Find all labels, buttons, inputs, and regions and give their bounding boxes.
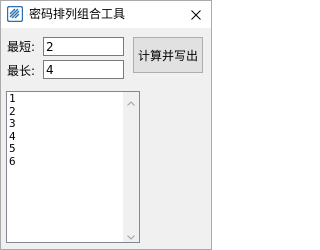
close-button[interactable] (181, 1, 211, 28)
title-bar: 密码排列组合工具 (1, 1, 211, 28)
min-length-label: 最短: (7, 40, 36, 54)
max-length-label: 最长: (7, 64, 36, 78)
min-length-input[interactable] (43, 37, 124, 56)
vertical-scrollbar[interactable] (123, 92, 139, 242)
max-length-input[interactable] (43, 60, 124, 79)
list-item: 1 (9, 92, 16, 105)
list-item: 6 (9, 154, 16, 168)
list-item: 3 (9, 117, 16, 130)
chevron-down-icon (127, 225, 135, 243)
scroll-track[interactable] (123, 108, 139, 226)
close-icon (191, 5, 201, 24)
compute-write-button[interactable]: 计算并写出 (133, 37, 203, 73)
output-lines: 1 2 3 4 5 6 (9, 92, 16, 168)
striped-square-icon (6, 5, 24, 23)
list-item: 5 (9, 142, 16, 155)
chevron-up-icon (127, 92, 135, 110)
scroll-up-button[interactable] (123, 92, 139, 108)
app-window: 密码排列组合工具 最短: 最长: 计算并写出 1 2 3 4 5 6 (0, 0, 212, 250)
output-list[interactable]: 1 2 3 4 5 6 (6, 91, 140, 243)
window-title: 密码排列组合工具 (29, 7, 126, 21)
scroll-down-button[interactable] (123, 226, 139, 242)
